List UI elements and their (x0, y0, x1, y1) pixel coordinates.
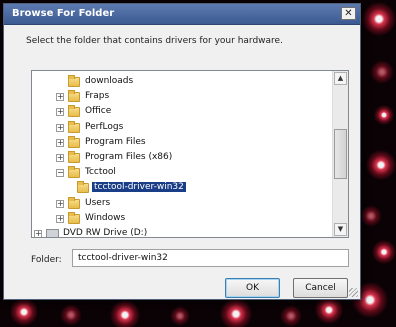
scroll-thumb[interactable] (334, 129, 347, 179)
bokeh-light (372, 240, 396, 264)
folder-icon (68, 196, 80, 209)
tree-item-label: tcctool-driver-win32 (92, 182, 186, 193)
expand-icon[interactable]: + (34, 230, 42, 237)
folder-icon (68, 166, 80, 179)
bokeh-light (280, 305, 302, 327)
folder-icon (68, 151, 80, 163)
tree-item[interactable]: + Fraps (32, 90, 332, 105)
folder-icon (68, 105, 80, 118)
folder-icon (68, 90, 80, 103)
expand-icon[interactable]: + (56, 93, 64, 102)
tree-item-label: Users (85, 197, 111, 208)
bokeh-light (60, 304, 82, 326)
folder-icon (68, 135, 80, 148)
close-icon: ✕ (344, 8, 353, 19)
tree-item[interactable]: + Program Files (32, 135, 332, 151)
expand-icon[interactable]: + (56, 154, 64, 162)
tree-item-label: Fraps (85, 91, 110, 102)
folder-tree[interactable]: downloads + Fraps + Office + PerfLogs + Program … (31, 70, 349, 238)
bokeh-light (110, 300, 140, 327)
tree-item[interactable]: tcctool-driver-win32 (32, 181, 332, 196)
tree-item[interactable]: + Windows (32, 211, 332, 227)
bokeh-light (170, 306, 190, 326)
tree-item-label: Windows (85, 212, 126, 223)
tree-item[interactable]: + Users (32, 196, 332, 212)
bokeh-light (374, 105, 394, 125)
folder-icon (77, 181, 89, 194)
bokeh-light (315, 296, 343, 324)
dialog-title: Browse For Folder (12, 8, 115, 19)
bokeh-light (360, 205, 382, 227)
browse-for-folder-dialog: Browse For Folder ✕ Select the folder th… (3, 3, 361, 300)
tree-item-label: Tcctool (85, 167, 116, 178)
tree-item[interactable]: + PerfLogs (32, 120, 332, 136)
bokeh-light (220, 298, 252, 327)
bokeh-light (10, 298, 38, 326)
tree-item[interactable]: + Office (32, 105, 332, 120)
cancel-button[interactable]: Cancel (293, 278, 348, 298)
folder-icon (68, 75, 80, 87)
bokeh-light (370, 60, 394, 84)
dvd-drive-icon (46, 229, 59, 237)
ok-button[interactable]: OK (225, 278, 280, 298)
arrow-down-icon: ▼ (337, 225, 344, 233)
collapse-icon[interactable]: − (56, 169, 64, 178)
bokeh-light (362, 2, 396, 36)
tree-item-label: downloads (85, 76, 134, 86)
bokeh-light (366, 150, 396, 180)
close-button[interactable]: ✕ (341, 7, 356, 20)
resize-grip[interactable] (349, 288, 358, 297)
tree-item[interactable]: + DVD RW Drive (D:) (32, 227, 332, 238)
scroll-up-button[interactable]: ▲ (334, 72, 347, 85)
folder-icon (68, 120, 80, 133)
tree-item[interactable]: − Tcctool (32, 166, 332, 181)
tree-item-label: Office (85, 106, 112, 117)
expand-icon[interactable]: + (56, 123, 64, 132)
expand-icon[interactable]: + (56, 199, 64, 208)
dialog-titlebar[interactable]: Browse For Folder ✕ (4, 4, 360, 25)
tree-item-label: Program Files (x86) (85, 152, 173, 162)
folder-label: Folder: (31, 255, 62, 265)
scroll-down-button[interactable]: ▼ (334, 223, 347, 236)
tree-item-label: DVD RW Drive (D:) (63, 228, 148, 238)
arrow-up-icon: ▲ (337, 74, 344, 82)
folder-input[interactable] (72, 249, 349, 267)
expand-icon[interactable]: + (56, 138, 64, 147)
expand-icon[interactable]: + (56, 108, 64, 117)
tree-item-label: PerfLogs (85, 121, 124, 132)
tree-item-label: Program Files (85, 136, 146, 147)
tree-item[interactable]: downloads (32, 75, 332, 90)
folder-icon (68, 211, 80, 224)
tree-scrollbar[interactable]: ▲ ▼ (332, 71, 348, 237)
expand-icon[interactable]: + (56, 214, 64, 223)
tree-item[interactable]: + Program Files (x86) (32, 151, 332, 166)
instruction-text: Select the folder that contains drivers … (26, 36, 283, 46)
